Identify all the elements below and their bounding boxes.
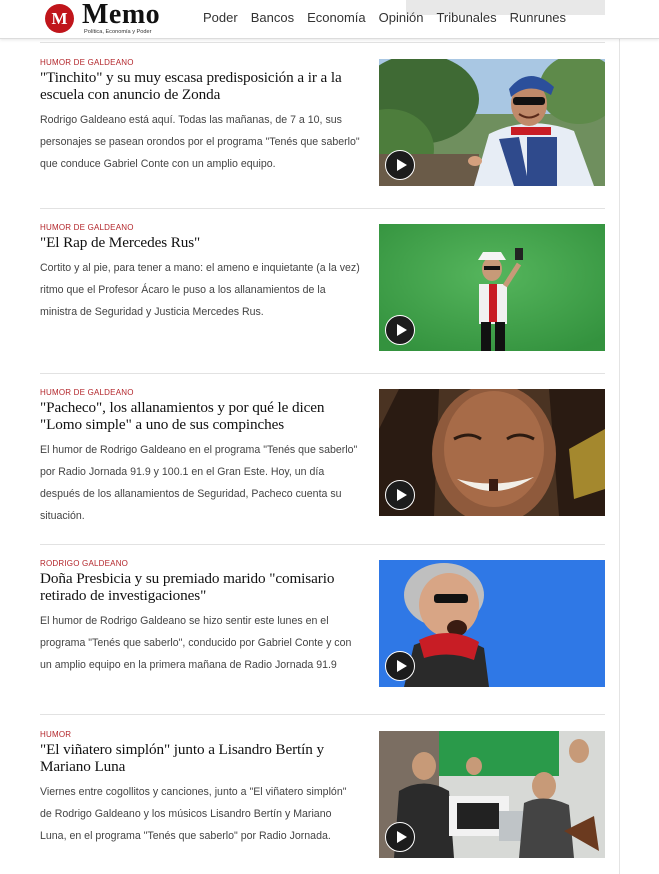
- nav-item-opinion[interactable]: Opinión: [379, 10, 424, 26]
- article-excerpt: Rodrigo Galdeano está aquí. Todas las ma…: [40, 114, 360, 170]
- logo-tagline: Política, Economía y Poder: [84, 29, 152, 35]
- article-excerpt: El humor de Rodrigo Galdeano se hizo sen…: [40, 615, 352, 671]
- article-title[interactable]: Doña Presbicia y su premiado marido "com…: [40, 570, 360, 604]
- article-title[interactable]: "El Rap de Mercedes Rus": [40, 234, 360, 251]
- article-item: HUMOR DE GALDEANO "Pacheco", los allanam…: [40, 388, 605, 522]
- article-item: RODRIGO GALDEANO Doña Presbicia y su pre…: [40, 559, 605, 699]
- sidebar-divider: [619, 39, 620, 874]
- nav-item-runrunes[interactable]: Runrunes: [510, 10, 566, 26]
- main-nav: Poder Bancos Economía Opinión Tribunales…: [203, 10, 579, 26]
- play-icon[interactable]: [385, 651, 415, 681]
- article-excerpt: Viernes entre cogollitos y canciones, ju…: [40, 786, 347, 842]
- play-icon[interactable]: [385, 150, 415, 180]
- article-title[interactable]: "Tinchito" y su muy escasa predisposició…: [40, 69, 360, 103]
- logo-wordmark: Memo: [82, 0, 161, 30]
- nav-item-tribunales[interactable]: Tribunales: [436, 10, 496, 26]
- article-section-label[interactable]: HUMOR DE GALDEANO: [40, 223, 360, 233]
- nav-item-economia[interactable]: Economía: [307, 10, 366, 26]
- article-section-label[interactable]: HUMOR: [40, 730, 360, 740]
- article-item: HUMOR "El viñatero simplón" junto a Lisa…: [40, 730, 605, 870]
- play-icon[interactable]: [385, 822, 415, 852]
- article-section-label[interactable]: HUMOR DE GALDEANO: [40, 58, 360, 68]
- play-icon[interactable]: [385, 480, 415, 510]
- article-divider: [40, 544, 605, 545]
- article-item: HUMOR DE GALDEANO "El Rap de Mercedes Ru…: [40, 223, 605, 353]
- site-logo[interactable]: M Memo Política, Economía y Poder: [44, 0, 164, 37]
- article-item: HUMOR DE GALDEANO "Tinchito" y su muy es…: [40, 58, 605, 188]
- play-icon[interactable]: [385, 315, 415, 345]
- list-top-divider: [40, 42, 605, 43]
- article-thumbnail[interactable]: [379, 59, 605, 186]
- article-section-label[interactable]: RODRIGO GALDEANO: [40, 559, 360, 569]
- nav-item-bancos[interactable]: Bancos: [251, 10, 294, 26]
- nav-item-poder[interactable]: Poder: [203, 10, 238, 26]
- article-divider: [40, 208, 605, 209]
- site-header: M Memo Política, Economía y Poder Poder …: [0, 0, 659, 39]
- article-divider: [40, 714, 605, 715]
- article-divider: [40, 373, 605, 374]
- article-title[interactable]: "El viñatero simplón" junto a Lisandro B…: [40, 741, 360, 775]
- article-section-label[interactable]: HUMOR DE GALDEANO: [40, 388, 360, 398]
- article-thumbnail[interactable]: [379, 389, 605, 516]
- article-excerpt: El humor de Rodrigo Galdeano en el progr…: [40, 444, 358, 522]
- article-title[interactable]: "Pacheco", los allanamientos y por qué l…: [40, 399, 360, 433]
- article-thumbnail[interactable]: [379, 224, 605, 351]
- article-thumbnail[interactable]: [379, 560, 605, 687]
- logo-badge-icon: M: [45, 4, 74, 33]
- article-thumbnail[interactable]: [379, 731, 605, 858]
- article-excerpt: Cortito y al pie, para tener a mano: el …: [40, 262, 360, 318]
